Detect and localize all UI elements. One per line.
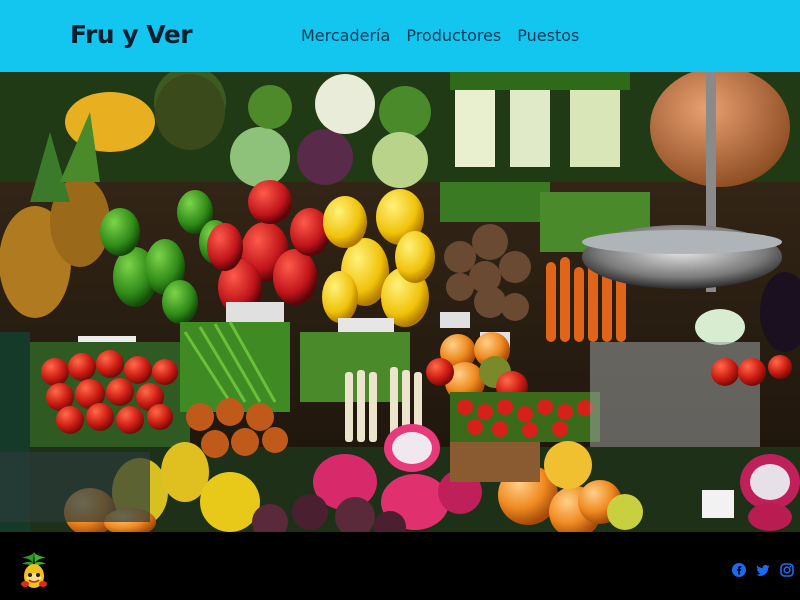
hero-market-image [0,72,800,532]
facebook-icon[interactable] [732,562,746,577]
main-nav: Mercadería Productores Puestos [301,26,579,45]
twitter-icon[interactable] [756,562,770,576]
fruit-logo-icon[interactable] [16,550,52,590]
nav-item-mercaderia[interactable]: Mercadería [301,26,390,45]
nav-item-productores[interactable]: Productores [406,26,501,45]
brand-logo-text[interactable]: Fru y Ver [70,20,193,49]
social-links [732,562,794,577]
nav-item-puestos[interactable]: Puestos [517,26,579,45]
fruit-vegetable-market-image [0,72,800,532]
instagram-icon[interactable] [780,562,794,577]
site-footer [0,532,800,600]
site-header: Fru y Ver Mercadería Productores Puestos [0,0,800,72]
